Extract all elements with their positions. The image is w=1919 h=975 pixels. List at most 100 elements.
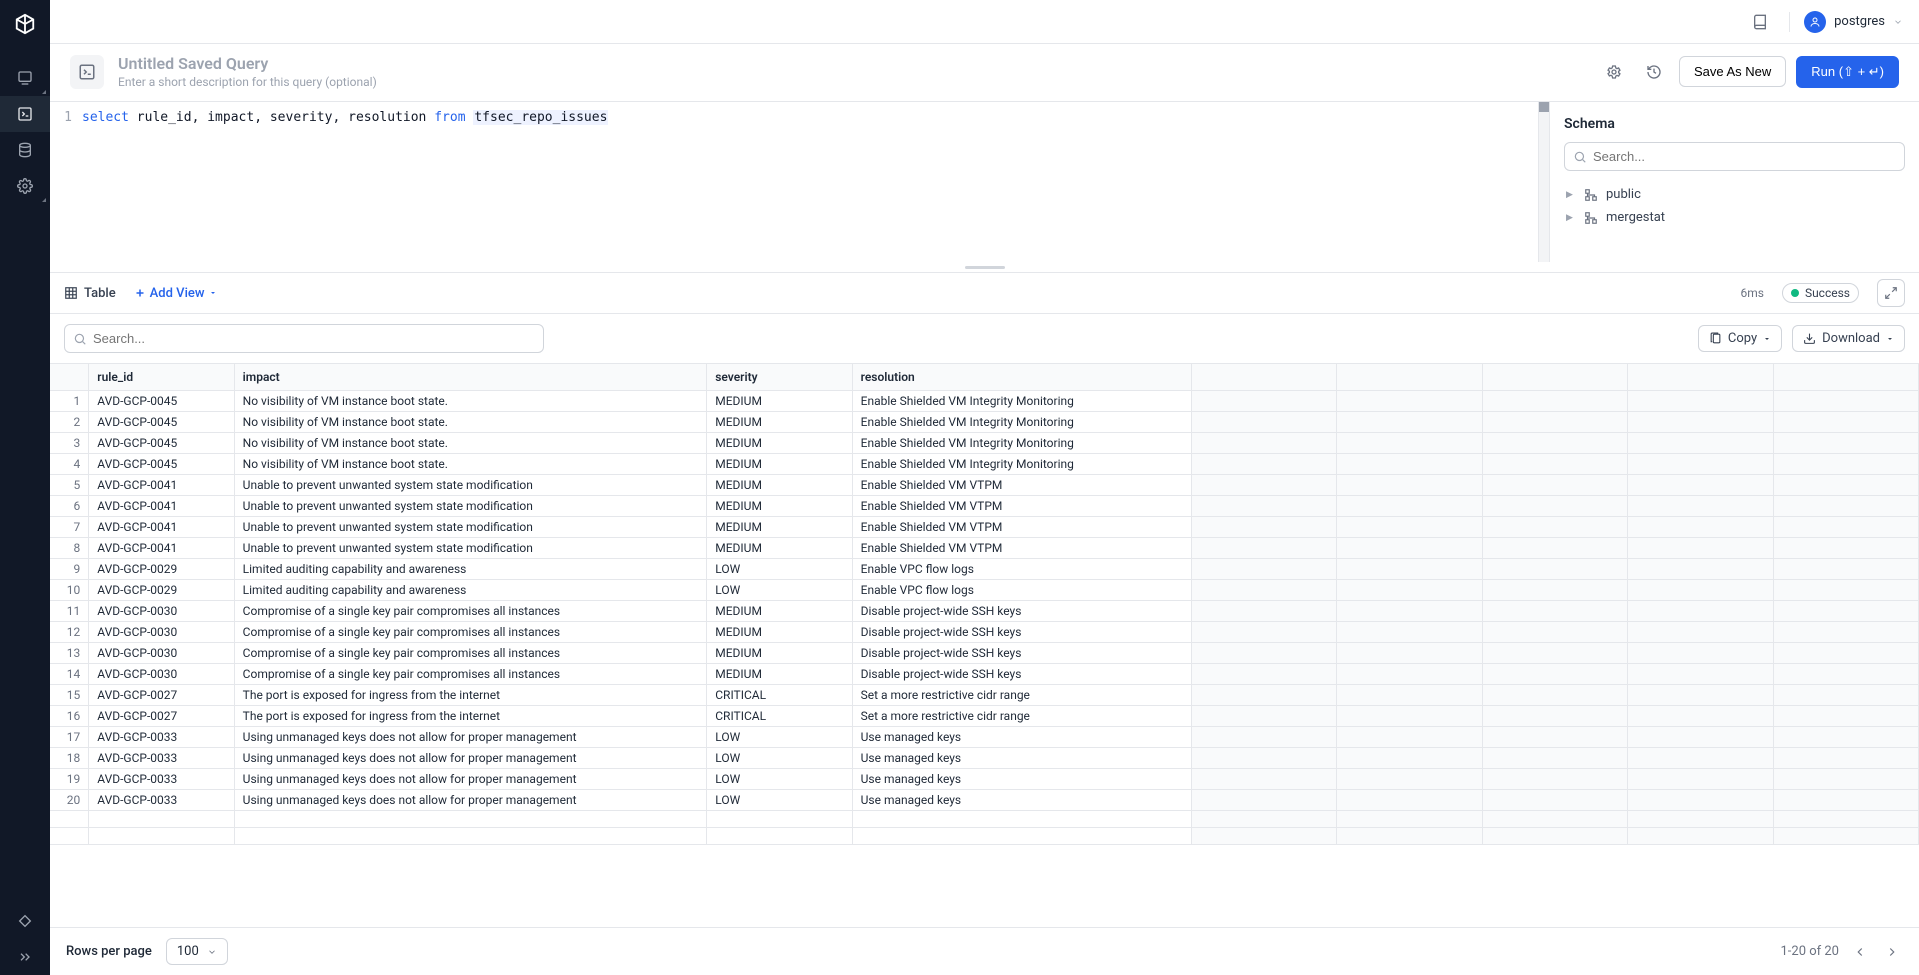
schema-item-mergestat[interactable]: ▶ mergestat — [1564, 206, 1905, 229]
table-row[interactable]: 16AVD-GCP-0027The port is exposed for in… — [50, 705, 1919, 726]
add-view-button[interactable]: Add View — [134, 286, 217, 301]
col-header[interactable]: rule_id — [89, 364, 234, 390]
page-range: 1-20 of 20 — [1780, 944, 1839, 959]
table-search[interactable] — [64, 324, 544, 353]
table-row[interactable]: 13AVD-GCP-0030Compromise of a single key… — [50, 642, 1919, 663]
table-row[interactable]: 1AVD-GCP-0045No visibility of VM instanc… — [50, 390, 1919, 411]
cell-severity: CRITICAL — [707, 705, 852, 726]
row-number: 17 — [50, 726, 89, 747]
table-row[interactable]: 10AVD-GCP-0029Limited auditing capabilit… — [50, 579, 1919, 600]
nav-queries[interactable] — [0, 96, 50, 132]
cell-rule-id: AVD-GCP-0033 — [89, 768, 234, 789]
cell-impact: Using unmanaged keys does not allow for … — [234, 747, 707, 768]
cell-resolution: Enable Shielded VM VTPM — [852, 516, 1191, 537]
table-row[interactable]: 11AVD-GCP-0030Compromise of a single key… — [50, 600, 1919, 621]
table-row[interactable]: 2AVD-GCP-0045No visibility of VM instanc… — [50, 411, 1919, 432]
cell-resolution: Disable project-wide SSH keys — [852, 642, 1191, 663]
col-header[interactable]: impact — [234, 364, 707, 390]
nav-collapse[interactable] — [0, 939, 50, 975]
table-row[interactable]: 6AVD-GCP-0041Unable to prevent unwanted … — [50, 495, 1919, 516]
editor-scrollbar[interactable] — [1538, 102, 1549, 262]
cell-rule-id: AVD-GCP-0030 — [89, 600, 234, 621]
cell-impact: No visibility of VM instance boot state. — [234, 453, 707, 474]
user-menu[interactable]: postgres — [1804, 11, 1903, 33]
run-button[interactable]: Run (⇧ + ↵) — [1796, 56, 1899, 88]
cell-resolution: Enable VPC flow logs — [852, 579, 1191, 600]
query-title[interactable]: Untitled Saved Query — [118, 54, 1585, 73]
caret-down-icon — [1886, 335, 1894, 343]
schema-heading: Schema — [1564, 116, 1905, 132]
nav-dashboard[interactable] — [0, 60, 50, 96]
query-settings-icon[interactable] — [1599, 57, 1629, 87]
cell-impact: No visibility of VM instance boot state. — [234, 411, 707, 432]
row-number: 2 — [50, 411, 89, 432]
cell-rule-id: AVD-GCP-0029 — [89, 558, 234, 579]
schema-tree-icon — [1584, 211, 1598, 225]
cell-impact: No visibility of VM instance boot state. — [234, 432, 707, 453]
save-as-new-button[interactable]: Save As New — [1679, 56, 1786, 87]
table-row[interactable]: 7AVD-GCP-0041Unable to prevent unwanted … — [50, 516, 1919, 537]
chevron-left-icon — [1853, 945, 1867, 959]
cell-resolution: Use managed keys — [852, 768, 1191, 789]
table-row[interactable]: 8AVD-GCP-0041Unable to prevent unwanted … — [50, 537, 1919, 558]
results-grid[interactable]: rule_id impact severity resolution 1AVD-… — [50, 363, 1919, 927]
split-handle[interactable] — [50, 262, 1919, 272]
cell-resolution: Enable Shielded VM VTPM — [852, 537, 1191, 558]
cell-impact: Unable to prevent unwanted system state … — [234, 537, 707, 558]
schema-search[interactable] — [1564, 142, 1905, 171]
cell-impact: Compromise of a single key pair compromi… — [234, 663, 707, 684]
copy-button[interactable]: Copy — [1698, 325, 1782, 352]
nav-database[interactable] — [0, 132, 50, 168]
tab-table[interactable]: Table — [64, 286, 116, 301]
row-number: 11 — [50, 600, 89, 621]
table-row[interactable]: 17AVD-GCP-0033Using unmanaged keys does … — [50, 726, 1919, 747]
prev-page-button[interactable] — [1849, 941, 1871, 963]
expand-icon — [1884, 286, 1898, 300]
table-row[interactable]: 15AVD-GCP-0027The port is exposed for in… — [50, 684, 1919, 705]
table-row[interactable]: 20AVD-GCP-0033Using unmanaged keys does … — [50, 789, 1919, 810]
table-row[interactable]: 9AVD-GCP-0029Limited auditing capability… — [50, 558, 1919, 579]
chevron-right-icon — [1885, 945, 1899, 959]
cell-impact: No visibility of VM instance boot state. — [234, 390, 707, 411]
docs-icon[interactable] — [1745, 7, 1775, 37]
cell-rule-id: AVD-GCP-0045 — [89, 411, 234, 432]
sql-code: select rule_id, impact, severity, resolu… — [82, 110, 608, 125]
schema-item-public[interactable]: ▶ public — [1564, 183, 1905, 206]
table-row[interactable]: 14AVD-GCP-0030Compromise of a single key… — [50, 663, 1919, 684]
download-button[interactable]: Download — [1792, 325, 1905, 352]
query-icon — [70, 55, 104, 89]
table-row[interactable]: 3AVD-GCP-0045No visibility of VM instanc… — [50, 432, 1919, 453]
caret-down-icon — [1763, 335, 1771, 343]
query-history-icon[interactable] — [1639, 57, 1669, 87]
table-row[interactable]: 4AVD-GCP-0045No visibility of VM instanc… — [50, 453, 1919, 474]
table-toolbar: Copy Download — [50, 314, 1919, 363]
table-row[interactable]: 18AVD-GCP-0033Using unmanaged keys does … — [50, 747, 1919, 768]
page-size-select[interactable]: 100 — [166, 938, 228, 965]
table-row[interactable]: 5AVD-GCP-0041Unable to prevent unwanted … — [50, 474, 1919, 495]
table-search-input[interactable] — [93, 331, 535, 346]
logo-icon — [13, 12, 37, 36]
cell-rule-id: AVD-GCP-0041 — [89, 495, 234, 516]
cell-rule-id: AVD-GCP-0041 — [89, 474, 234, 495]
nav-tag[interactable] — [0, 903, 50, 939]
caret-right-icon: ▶ — [1566, 213, 1576, 223]
table-row[interactable]: 12AVD-GCP-0030Compromise of a single key… — [50, 621, 1919, 642]
next-page-button[interactable] — [1881, 941, 1903, 963]
schema-search-input[interactable] — [1593, 149, 1896, 164]
cell-impact: Unable to prevent unwanted system state … — [234, 474, 707, 495]
col-header[interactable]: resolution — [852, 364, 1191, 390]
divider — [1789, 12, 1790, 32]
search-icon — [73, 332, 87, 346]
sql-editor[interactable]: 1 select rule_id, impact, severity, reso… — [50, 102, 1549, 262]
status-badge: Success — [1782, 283, 1859, 303]
col-blank — [1482, 364, 1627, 390]
cell-resolution: Disable project-wide SSH keys — [852, 663, 1191, 684]
nav-settings[interactable] — [0, 168, 50, 204]
table-row[interactable]: 19AVD-GCP-0033Using unmanaged keys does … — [50, 768, 1919, 789]
expand-button[interactable] — [1877, 279, 1905, 307]
cell-severity: CRITICAL — [707, 684, 852, 705]
row-number: 19 — [50, 768, 89, 789]
query-description-placeholder[interactable]: Enter a short description for this query… — [118, 75, 1585, 89]
cell-resolution: Use managed keys — [852, 747, 1191, 768]
col-header[interactable]: severity — [707, 364, 852, 390]
